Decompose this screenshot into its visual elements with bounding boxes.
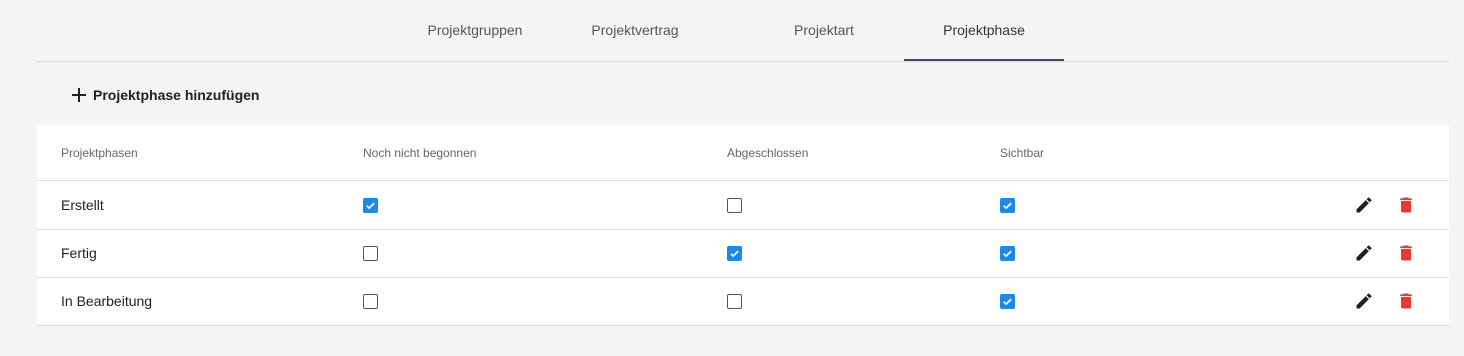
edit-icon[interactable] (1353, 242, 1375, 264)
column-header-sichtbar[interactable]: Sichtbar (1000, 125, 1044, 180)
completed-checkbox[interactable] (727, 197, 742, 213)
edit-icon[interactable] (1353, 194, 1375, 216)
tab-projektart[interactable]: Projektart (744, 0, 904, 60)
column-header-noch-nicht-begonnen[interactable]: Noch nicht begonnen (363, 125, 476, 180)
table-row: Erstellt (37, 181, 1449, 230)
check-icon (1003, 202, 1012, 209)
delete-icon[interactable] (1395, 242, 1417, 264)
not-started-checkbox[interactable] (363, 245, 378, 261)
visible-checkbox[interactable] (1000, 197, 1015, 213)
delete-icon[interactable] (1395, 290, 1417, 312)
tab-projektgruppen[interactable]: Projektgruppen (395, 0, 555, 60)
active-tab-indicator (904, 59, 1064, 61)
add-projektphase-button[interactable]: Projektphase hinzufügen (71, 84, 259, 106)
tab-label: Projektphase (943, 22, 1025, 38)
plus-icon (71, 87, 87, 103)
column-header-projektphasen[interactable]: Projektphasen (61, 125, 138, 180)
column-header-abgeschlossen[interactable]: Abgeschlossen (727, 125, 808, 180)
phase-name: Fertig (61, 245, 97, 261)
check-icon (366, 202, 375, 209)
visible-checkbox[interactable] (1000, 293, 1015, 309)
tab-label: Projektart (794, 22, 854, 38)
not-started-checkbox[interactable] (363, 293, 378, 309)
tab-projektvertrag[interactable]: Projektvertrag (555, 0, 715, 60)
table-row: In Bearbeitung (37, 277, 1449, 326)
visible-checkbox[interactable] (1000, 245, 1015, 261)
tab-label: Projektvertrag (591, 22, 679, 38)
table-row: Fertig (37, 229, 1449, 278)
completed-checkbox[interactable] (727, 293, 742, 309)
not-started-checkbox[interactable] (363, 197, 378, 213)
tab-label: Projektgruppen (427, 22, 523, 38)
completed-checkbox[interactable] (727, 245, 742, 261)
tab-bar: Projektgruppen Projektvertrag Projektart… (37, 0, 1449, 62)
phase-name: In Bearbeitung (61, 293, 153, 309)
projektphasen-table: Projektphasen Noch nicht begonnen Abgesc… (37, 125, 1449, 326)
delete-icon[interactable] (1395, 194, 1417, 216)
check-icon (1003, 250, 1012, 257)
check-icon (730, 250, 739, 257)
phase-name: Erstellt (61, 197, 104, 213)
add-button-label: Projektphase hinzufügen (93, 87, 260, 103)
tab-projektphase[interactable]: Projektphase (904, 0, 1064, 61)
check-icon (1003, 298, 1012, 305)
table-header-row: Projektphasen Noch nicht begonnen Abgesc… (37, 125, 1449, 181)
edit-icon[interactable] (1353, 290, 1375, 312)
